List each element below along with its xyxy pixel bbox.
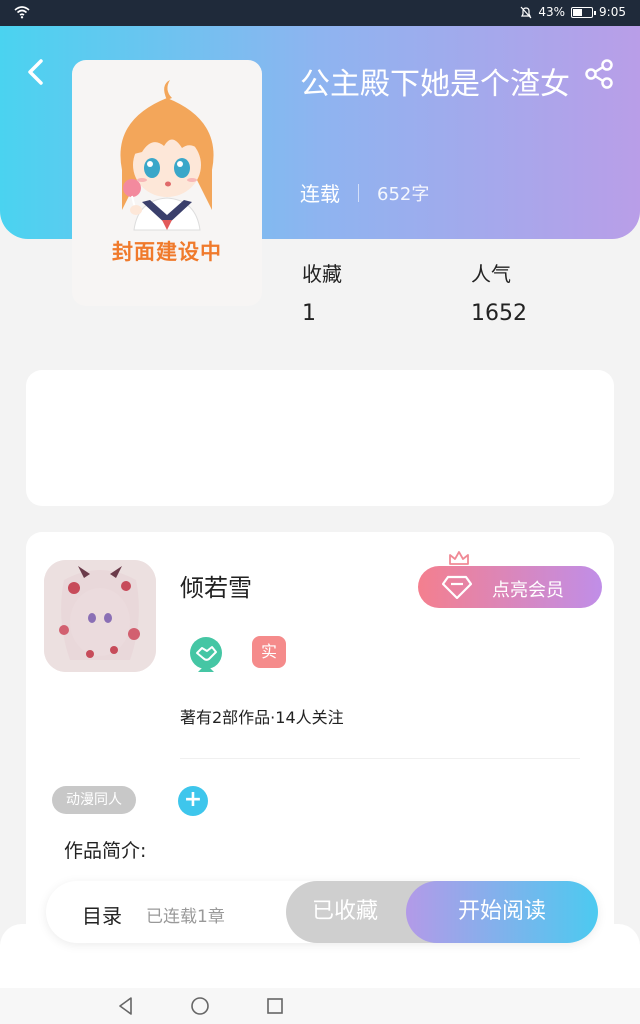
system-nav-bar <box>0 988 640 1024</box>
stat-popularity: 人气 1652 <box>471 258 527 326</box>
book-title: 公主殿下她是个渣女 <box>300 67 570 102</box>
mute-bell-icon <box>520 6 532 18</box>
stat-label: 人气 <box>471 262 511 286</box>
chapter-count: 已连载1章 <box>146 907 225 927</box>
stat-value: 1 <box>302 301 316 326</box>
battery-icon <box>571 6 597 18</box>
toc-button[interactable]: 目录 <box>82 900 122 929</box>
wifi-icon <box>14 6 30 19</box>
nav-back-icon[interactable] <box>116 996 136 1016</box>
word-count: 652字 <box>377 183 430 205</box>
stat-label: 收藏 <box>302 262 342 286</box>
book-meta: 连载 652字 <box>300 178 429 207</box>
back-arrow-icon[interactable] <box>24 58 48 86</box>
info-card-empty <box>26 370 614 506</box>
crown-icon <box>449 551 469 565</box>
tag-chip[interactable]: 动漫同人 <box>52 786 136 814</box>
battery-percent: 43% <box>538 5 566 19</box>
add-tag-button[interactable]: + <box>178 786 208 816</box>
handshake-badge-icon <box>190 637 222 672</box>
cover-illustration <box>120 80 214 231</box>
real-name-badge: 实 <box>252 636 286 668</box>
meta-divider <box>358 183 359 202</box>
diamond-icon <box>442 575 472 599</box>
author-name[interactable]: 倾若雪 <box>180 568 252 603</box>
divider <box>180 758 580 759</box>
book-cover[interactable]: 封面建设中 <box>72 60 262 306</box>
action-bar: 目录 已连载1章 已收藏 开始阅读 <box>46 881 598 943</box>
author-works-info: 著有2部作品·14人关注 <box>180 708 344 727</box>
serial-status: 连载 <box>300 182 340 206</box>
nav-home-icon[interactable] <box>190 996 210 1016</box>
cover-placeholder-text: 封面建设中 <box>112 240 222 264</box>
share-icon[interactable] <box>584 58 614 90</box>
author-avatar[interactable] <box>44 560 156 672</box>
nav-recents-icon[interactable] <box>266 997 284 1015</box>
stat-favorites: 收藏 1 <box>302 258 342 326</box>
vip-button[interactable]: 点亮会员 <box>418 566 602 608</box>
start-reading-button[interactable]: 开始阅读 <box>406 881 598 943</box>
clock: 9:05 <box>599 5 626 19</box>
intro-label: 作品简介: <box>64 840 147 862</box>
stat-value: 1652 <box>471 301 527 326</box>
vip-button-label: 点亮会员 <box>492 580 564 601</box>
status-bar: 43% 9:05 <box>0 0 640 26</box>
